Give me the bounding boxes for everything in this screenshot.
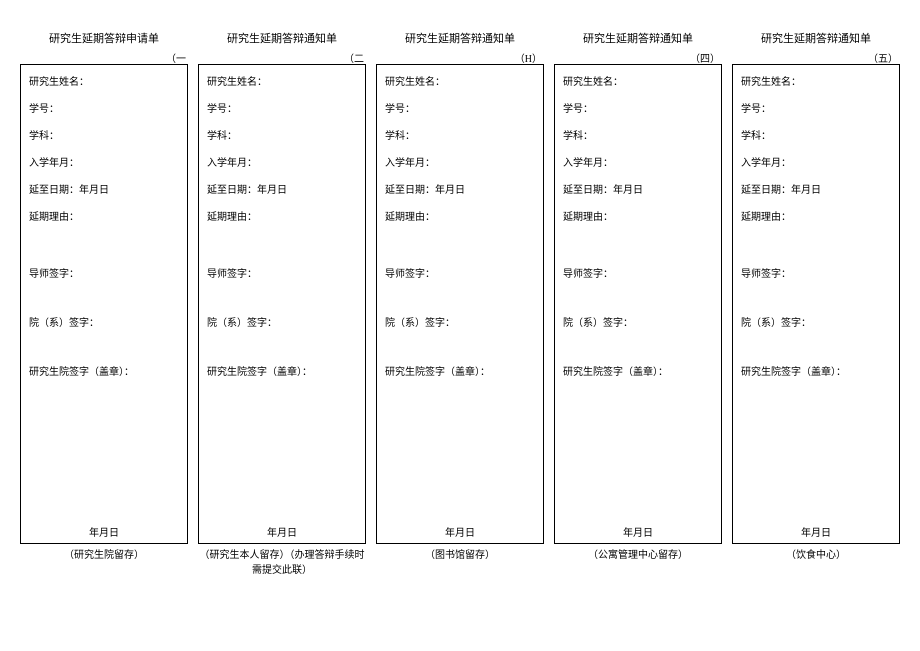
date-bottom: 年月日	[385, 524, 535, 539]
slip-title: 研究生延期答辩通知单	[198, 30, 366, 44]
label-enroll: 入学年月：	[385, 154, 535, 169]
slip-title: 研究生延期答辩通知单	[732, 30, 900, 44]
label-advisor: 导师签字：	[563, 265, 713, 280]
label-enroll: 入学年月：	[207, 154, 357, 169]
label-name: 研究生姓名：	[385, 73, 535, 88]
label-id: 学号：	[563, 100, 713, 115]
label-dept: 院（系）签字：	[563, 314, 713, 329]
footer: （图书馆留存）	[376, 548, 544, 578]
label-enroll: 入学年月：	[741, 154, 891, 169]
slip-title: 研究生延期答辩通知单	[554, 30, 722, 44]
label-reason: 延期理由：	[207, 208, 357, 223]
footer: （研究生院留存）	[20, 548, 188, 578]
slip-title: 研究生延期答辩申请单	[20, 30, 188, 44]
label-delay-to: 延至日期：年月日	[563, 181, 713, 196]
form-box: 研究生姓名： 学号： 学科： 入学年月： 延至日期：年月日 延期理由： 导师签字…	[20, 64, 188, 544]
footer: （研究生本人留存）（办理答辩手续时需提交此联）	[198, 548, 366, 578]
date-bottom: 年月日	[207, 524, 357, 539]
page-number: （H）	[376, 50, 544, 64]
label-reason: 延期理由：	[29, 208, 179, 223]
label-enroll: 入学年月：	[563, 154, 713, 169]
form-row: 研究生延期答辩申请单 （一 研究生姓名： 学号： 学科： 入学年月： 延至日期：…	[20, 30, 900, 578]
label-reason: 延期理由：	[385, 208, 535, 223]
label-advisor: 导师签字：	[29, 265, 179, 280]
label-delay-to: 延至日期：年月日	[207, 181, 357, 196]
label-id: 学号：	[207, 100, 357, 115]
label-enroll: 入学年月：	[29, 154, 179, 169]
slip-2: 研究生延期答辩通知单 （二 研究生姓名： 学号： 学科： 入学年月： 延至日期：…	[198, 30, 366, 578]
page-number: （四）	[554, 50, 722, 64]
label-grad: 研究生院签字（盖章）：	[563, 363, 713, 378]
page-number: （二	[198, 50, 366, 64]
label-advisor: 导师签字：	[385, 265, 535, 280]
label-id: 学号：	[29, 100, 179, 115]
label-id: 学号：	[385, 100, 535, 115]
form-box: 研究生姓名： 学号： 学科： 入学年月： 延至日期：年月日 延期理由： 导师签字…	[198, 64, 366, 544]
date-bottom: 年月日	[29, 524, 179, 539]
label-advisor: 导师签字：	[741, 265, 891, 280]
label-name: 研究生姓名：	[207, 73, 357, 88]
label-subject: 学科：	[563, 127, 713, 142]
label-dept: 院（系）签字：	[29, 314, 179, 329]
label-reason: 延期理由：	[741, 208, 891, 223]
label-delay-to: 延至日期：年月日	[29, 181, 179, 196]
label-grad: 研究生院签字（盖章）：	[207, 363, 357, 378]
label-grad: 研究生院签字（盖章）：	[385, 363, 535, 378]
label-dept: 院（系）签字：	[207, 314, 357, 329]
label-name: 研究生姓名：	[741, 73, 891, 88]
slip-4: 研究生延期答辩通知单 （四） 研究生姓名： 学号： 学科： 入学年月： 延至日期…	[554, 30, 722, 578]
footer: （饮食中心）	[732, 548, 900, 578]
label-delay-to: 延至日期：年月日	[741, 181, 891, 196]
label-grad: 研究生院签字（盖章）：	[741, 363, 891, 378]
label-subject: 学科：	[741, 127, 891, 142]
slip-title: 研究生延期答辩通知单	[376, 30, 544, 44]
date-bottom: 年月日	[563, 524, 713, 539]
slip-3: 研究生延期答辩通知单 （H） 研究生姓名： 学号： 学科： 入学年月： 延至日期…	[376, 30, 544, 578]
form-box: 研究生姓名： 学号： 学科： 入学年月： 延至日期：年月日 延期理由： 导师签字…	[554, 64, 722, 544]
label-advisor: 导师签字：	[207, 265, 357, 280]
label-dept: 院（系）签字：	[385, 314, 535, 329]
date-bottom: 年月日	[741, 524, 891, 539]
label-subject: 学科：	[29, 127, 179, 142]
label-dept: 院（系）签字：	[741, 314, 891, 329]
label-subject: 学科：	[385, 127, 535, 142]
label-subject: 学科：	[207, 127, 357, 142]
page-number: （一	[20, 50, 188, 64]
label-grad: 研究生院签字（盖章）：	[29, 363, 179, 378]
form-box: 研究生姓名： 学号： 学科： 入学年月： 延至日期：年月日 延期理由： 导师签字…	[732, 64, 900, 544]
footer: （公寓管理中心留存）	[554, 548, 722, 578]
page-number: （五）	[732, 50, 900, 64]
slip-1: 研究生延期答辩申请单 （一 研究生姓名： 学号： 学科： 入学年月： 延至日期：…	[20, 30, 188, 578]
label-reason: 延期理由：	[563, 208, 713, 223]
label-id: 学号：	[741, 100, 891, 115]
slip-5: 研究生延期答辩通知单 （五） 研究生姓名： 学号： 学科： 入学年月： 延至日期…	[732, 30, 900, 578]
label-name: 研究生姓名：	[29, 73, 179, 88]
form-box: 研究生姓名： 学号： 学科： 入学年月： 延至日期：年月日 延期理由： 导师签字…	[376, 64, 544, 544]
label-name: 研究生姓名：	[563, 73, 713, 88]
label-delay-to: 延至日期：年月日	[385, 181, 535, 196]
